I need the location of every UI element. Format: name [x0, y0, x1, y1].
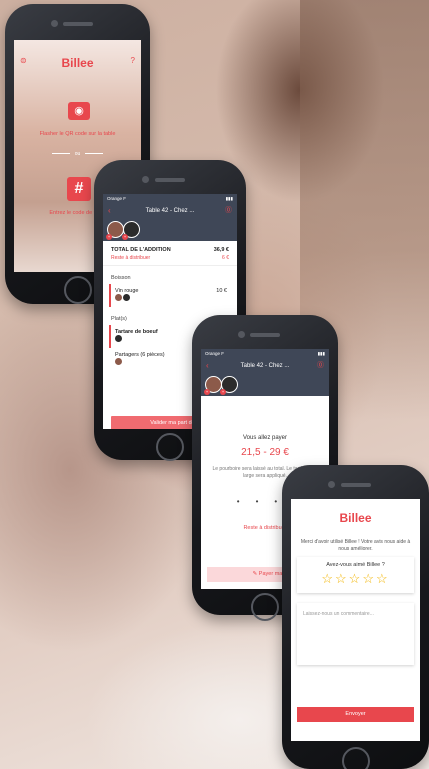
avatar	[123, 294, 130, 301]
carrier-label: Orange F	[205, 351, 225, 356]
list-item[interactable]: Vin rouge 10 €	[109, 284, 231, 307]
home-button	[156, 433, 184, 461]
nav-bar: ‹ Table 42 - Chez ... ⓪	[103, 203, 237, 219]
section-drinks: Boisson	[111, 275, 131, 281]
total-value: 36,9 €	[213, 247, 229, 253]
badge-icon: +	[122, 234, 128, 240]
rating-question: Avez-vous aimé Billee ?	[326, 562, 385, 568]
item-wine-price: 10 €	[216, 288, 227, 294]
status-bar: Orange F ▮▮▮	[103, 194, 237, 203]
total-label: TOTAL DE L'ADDITION	[111, 247, 171, 253]
rating-screen: Billee Merci d'avoir utilisé Billee ! Vo…	[291, 499, 420, 741]
phone-speaker	[155, 178, 185, 182]
phone-speaker	[250, 333, 280, 337]
avatar-row: + +	[103, 219, 237, 241]
badge-icon: +	[220, 389, 226, 395]
phone-camera	[51, 20, 58, 27]
home-button	[63, 276, 92, 304]
badge-icon: +	[204, 389, 210, 395]
phone-speaker	[62, 22, 93, 26]
rest-row: Reste à distribuer 6 €	[103, 253, 237, 266]
back-icon[interactable]: ‹	[108, 203, 111, 219]
phone-speaker	[340, 483, 371, 487]
table-title: Table 42 - Chez ...	[145, 208, 195, 214]
rest-value: 6 €	[222, 255, 229, 261]
scan-qr-label[interactable]: Flasher le QR code sur la table	[14, 131, 141, 137]
battery-icon: ▮▮▮	[225, 196, 233, 201]
home-button	[341, 747, 370, 769]
send-button[interactable]: Envoyer	[297, 707, 414, 722]
star-rating[interactable]: ☆☆☆☆☆	[297, 571, 414, 587]
rating-card: Avez-vous aimé Billee ? ☆☆☆☆☆	[297, 557, 414, 593]
pay-label: Vous allez payer	[242, 435, 288, 441]
phone-rating: Billee Merci d'avoir utilisé Billee ! Vo…	[282, 465, 429, 769]
battery-icon: ▮▮▮	[317, 351, 325, 356]
total-row: TOTAL DE L'ADDITION 36,9 €	[103, 241, 237, 253]
nav-bar: ‹ Table 42 - Chez ... ⓪	[201, 358, 329, 374]
item-share-label: Partagers (6 pièces)	[115, 352, 165, 358]
pay-amount: 21,5 - 29 €	[241, 447, 289, 458]
avatar-row: + +	[201, 374, 329, 396]
back-icon[interactable]: ‹	[206, 358, 209, 374]
thanks-text: Merci d'avoir utilisé Billee ! Votre avi…	[300, 539, 411, 552]
rest-label: Reste à distribuer	[111, 255, 151, 261]
app-logo: Billee	[61, 56, 94, 70]
app-logo: Billee	[339, 511, 372, 525]
item-tartare-label: Tartare de boeuf	[115, 329, 158, 335]
avatar	[115, 358, 122, 365]
phone-camera	[238, 331, 245, 338]
comment-field[interactable]: Laissez-nous un commentaire...	[297, 603, 414, 665]
hash-icon[interactable]: #	[67, 177, 91, 201]
table-title: Table 42 - Chez ...	[240, 363, 290, 369]
avatar	[115, 294, 122, 301]
badge-icon: +	[106, 234, 112, 240]
or-divider: ou	[14, 151, 141, 157]
carrier-label: Orange F	[107, 196, 127, 201]
help-icon[interactable]: ?	[131, 56, 135, 65]
info-icon[interactable]: ⓪	[225, 203, 232, 219]
info-icon[interactable]: ⓪	[317, 358, 324, 374]
phone-camera	[328, 481, 335, 488]
camera-icon[interactable]: ◉	[68, 102, 90, 120]
home-button	[251, 593, 279, 621]
status-bar: Orange F ▮▮▮	[201, 349, 329, 358]
avatar	[115, 335, 122, 342]
phone-camera	[142, 176, 149, 183]
